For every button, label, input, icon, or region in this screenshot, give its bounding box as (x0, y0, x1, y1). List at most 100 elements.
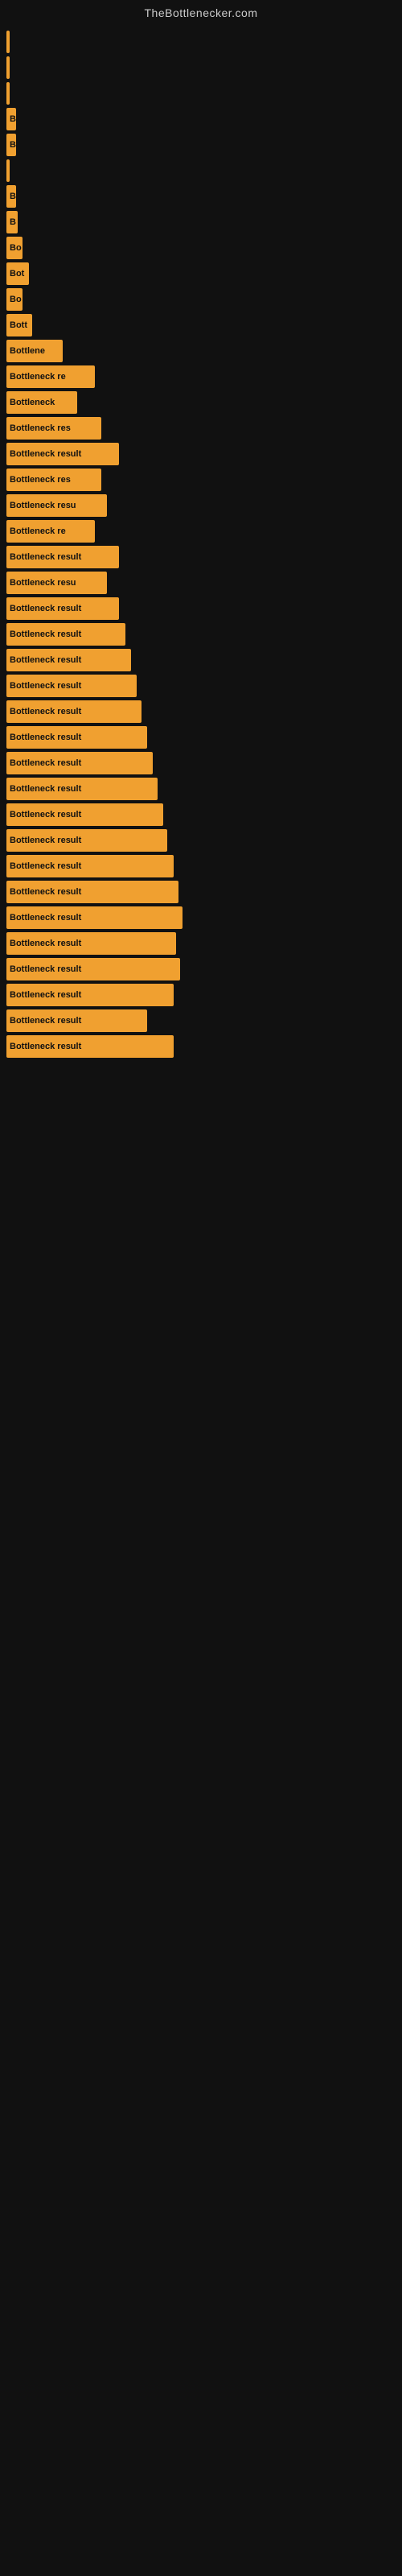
bar-row: Bottleneck res (6, 469, 402, 491)
bar: Bottleneck result (6, 675, 137, 697)
bar: Bottlene (6, 340, 63, 362)
bar-label: Bottleneck result (10, 733, 81, 742)
bar (6, 82, 10, 105)
bar-label: Bottleneck result (10, 836, 81, 845)
bar: B (6, 108, 16, 130)
bar-label: Bottleneck result (10, 1016, 81, 1026)
bar-row (6, 56, 402, 79)
bar-label: Bottleneck resu (10, 501, 76, 510)
bar: Bottleneck res (6, 469, 101, 491)
bar: Bottleneck result (6, 1009, 147, 1032)
bar: Bot (6, 262, 29, 285)
bar: Bottleneck resu (6, 572, 107, 594)
bar-label: Bottleneck result (10, 655, 81, 665)
bar: Bottleneck resu (6, 494, 107, 517)
bar-row: Bottleneck result (6, 984, 402, 1006)
bar-row: B (6, 185, 402, 208)
bar-label: Bottleneck re (10, 372, 66, 382)
bar-row: Bottleneck result (6, 597, 402, 620)
bar-row: Bottlene (6, 340, 402, 362)
bar: Bottleneck result (6, 932, 176, 955)
bar-row: Bo (6, 288, 402, 311)
bar-label: Bottleneck result (10, 552, 81, 562)
bar: Bottleneck result (6, 443, 119, 465)
bar: Bottleneck result (6, 649, 131, 671)
bar-row: Bottleneck result (6, 675, 402, 697)
bar-label: Bottlene (10, 346, 45, 356)
bar: Bottleneck result (6, 803, 163, 826)
bar-label: Bottleneck result (10, 784, 81, 794)
bar-label: B (10, 192, 16, 201)
bar-label: B (10, 140, 16, 150)
bar-row: Bottleneck result (6, 752, 402, 774)
bar-row (6, 159, 402, 182)
bar-label: Bottleneck result (10, 861, 81, 871)
bar: Bottleneck re (6, 365, 95, 388)
bar-label: Bottleneck result (10, 630, 81, 639)
bar-label: Bottleneck result (10, 887, 81, 897)
bar: B (6, 211, 18, 233)
bar-row: Bottleneck result (6, 803, 402, 826)
bar: B (6, 185, 16, 208)
bar-row: Bottleneck resu (6, 572, 402, 594)
bar-row: Bottleneck result (6, 546, 402, 568)
bar-label: Bott (10, 320, 27, 330)
bar-row: Bottleneck resu (6, 494, 402, 517)
bar: Bottleneck result (6, 778, 158, 800)
bar-label: Bot (10, 269, 24, 279)
bar: Bottleneck result (6, 597, 119, 620)
bar-label: Bottleneck result (10, 707, 81, 716)
bar-label: B (10, 217, 16, 227)
bar: Bottleneck res (6, 417, 101, 440)
bar: Bottleneck result (6, 881, 178, 903)
bar-row: Bottleneck re (6, 365, 402, 388)
bar-row: Bottleneck res (6, 417, 402, 440)
bar-row (6, 31, 402, 53)
bar-row: Bottleneck result (6, 623, 402, 646)
bar: Bo (6, 237, 23, 259)
bar-row: Bottleneck re (6, 520, 402, 543)
bar-row: Bottleneck (6, 391, 402, 414)
bar: Bott (6, 314, 32, 336)
site-title: TheBottlenecker.com (0, 0, 402, 23)
bar-row: B (6, 134, 402, 156)
bar-label: Bottleneck result (10, 449, 81, 459)
bar-row: Bottleneck result (6, 1009, 402, 1032)
bar-label: Bottleneck result (10, 964, 81, 974)
bars-container: BBBBBoBotBoBottBottleneBottleneck reBott… (0, 23, 402, 1069)
bar-label: Bottleneck result (10, 758, 81, 768)
bar-row: B (6, 108, 402, 130)
bar-label: Bottleneck result (10, 681, 81, 691)
bar: Bottleneck result (6, 752, 153, 774)
bar: Bottleneck result (6, 984, 174, 1006)
bar-row: Bottleneck result (6, 700, 402, 723)
bar-label: Bottleneck result (10, 913, 81, 923)
bar-label: Bottleneck result (10, 939, 81, 948)
bar-row: Bottleneck result (6, 932, 402, 955)
bar: Bottleneck (6, 391, 77, 414)
bar-row: Bottleneck result (6, 1035, 402, 1058)
bar (6, 159, 10, 182)
bar-row: Bottleneck result (6, 726, 402, 749)
bar-label: Bottleneck (10, 398, 55, 407)
bar: Bottleneck result (6, 623, 125, 646)
bar-row: Bottleneck result (6, 881, 402, 903)
bar: Bottleneck result (6, 1035, 174, 1058)
bar-row: Bottleneck result (6, 829, 402, 852)
bar: Bottleneck result (6, 726, 147, 749)
bar (6, 31, 10, 53)
bar-label: Bottleneck re (10, 526, 66, 536)
bar-label: Bottleneck resu (10, 578, 76, 588)
bar-label: Bo (10, 295, 22, 304)
bar-row (6, 82, 402, 105)
bar-label: Bottleneck result (10, 604, 81, 613)
bar-label: Bottleneck res (10, 475, 71, 485)
bar: Bottleneck result (6, 700, 142, 723)
bar (6, 56, 10, 79)
bar-row: Bot (6, 262, 402, 285)
bar: Bo (6, 288, 23, 311)
bar-row: Bott (6, 314, 402, 336)
bar: B (6, 134, 16, 156)
bar-label: Bottleneck res (10, 423, 71, 433)
bar: Bottleneck result (6, 829, 167, 852)
